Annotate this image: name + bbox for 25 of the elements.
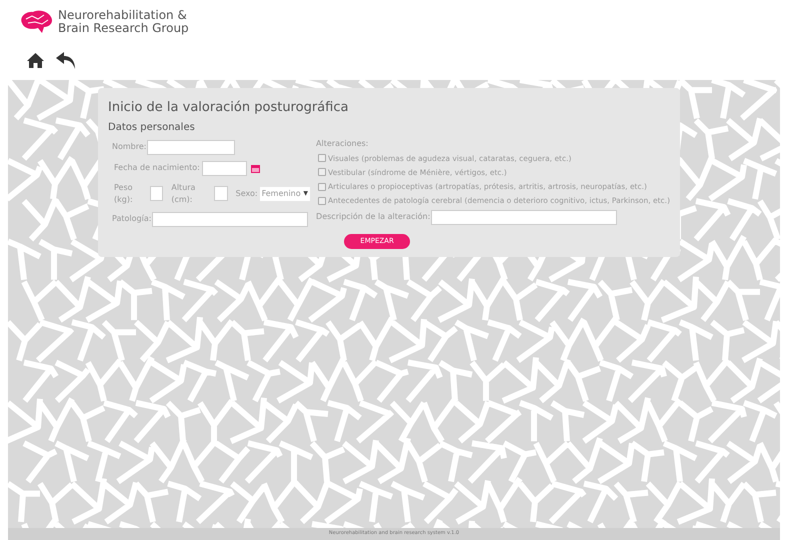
- field-label: Fecha de nacimiento:: [114, 162, 200, 174]
- home-icon[interactable]: [27, 52, 44, 68]
- checkbox[interactable]: [318, 182, 326, 191]
- field-label: Nombre:: [112, 141, 146, 153]
- calendar-icon[interactable]: [250, 164, 260, 172]
- logo-text: Brain Research Group: [58, 22, 189, 35]
- back-arrow-icon[interactable]: [56, 52, 76, 68]
- checkbox[interactable]: [318, 154, 326, 162]
- field-label: Altura (cm):: [171, 182, 196, 206]
- weight-field[interactable]: [150, 186, 164, 201]
- checkbox[interactable]: [318, 196, 326, 205]
- field-label: Sexo:: [236, 188, 258, 200]
- name-field[interactable]: [147, 140, 236, 154]
- checkbox[interactable]: [318, 168, 326, 176]
- height-field[interactable]: [214, 186, 228, 201]
- form-title: Inicio de la valoración posturográfica: [108, 99, 350, 117]
- field-label: Descripción de la alteración:: [316, 211, 430, 223]
- field-label: Patología:: [112, 213, 152, 225]
- logo-text: Neurorehabilitation &: [58, 9, 188, 22]
- field-label: Peso (kg):: [114, 182, 134, 206]
- pathology-field[interactable]: [152, 212, 308, 226]
- date-field[interactable]: [202, 160, 247, 176]
- section-title: Datos personales: [108, 120, 196, 134]
- field-label: Alteraciones:: [316, 138, 370, 150]
- description-field[interactable]: [431, 210, 618, 224]
